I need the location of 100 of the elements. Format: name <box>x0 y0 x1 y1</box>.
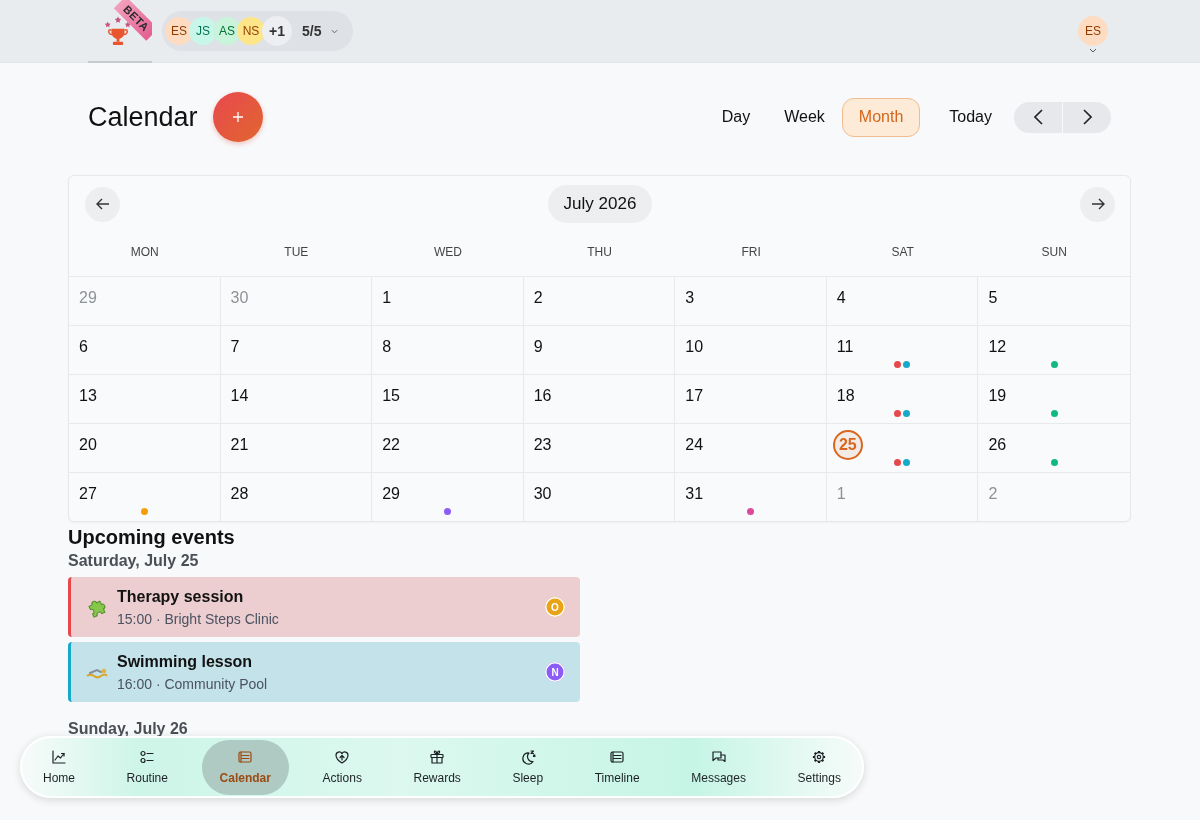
day-number: 22 <box>382 435 400 455</box>
weekday-label: FRI <box>741 244 761 260</box>
nav-tab[interactable]: Settings <box>779 739 859 795</box>
day-number: 28 <box>230 484 249 504</box>
list-icon <box>237 749 254 765</box>
weekday-label: TUE <box>284 244 309 260</box>
day-number: 24 <box>685 435 704 455</box>
members-dropdown[interactable]: ES JS AS NS +1 5/5 <box>162 11 354 51</box>
section-heading: Upcoming events <box>68 525 236 549</box>
day-cell[interactable]: 2 <box>523 277 676 325</box>
day-number: 27 <box>79 484 97 504</box>
member-avatar: AS <box>213 17 241 45</box>
day-cell[interactable]: 26 <box>978 424 1130 472</box>
day-cell[interactable]: 10 <box>675 326 827 374</box>
moon-icon <box>519 749 536 765</box>
day-number: 2 <box>533 288 543 308</box>
next-month-button[interactable] <box>1080 186 1115 222</box>
settings-icon <box>811 749 828 765</box>
day-cell[interactable]: 11 <box>826 326 979 374</box>
nav-tab[interactable]: Actions <box>304 739 380 795</box>
day-cell[interactable]: 23 <box>523 424 676 472</box>
page-title: Calendar <box>88 101 198 133</box>
arrow-left-icon <box>95 198 110 210</box>
day-number: 15 <box>382 386 400 406</box>
previous-month-button[interactable] <box>85 186 120 222</box>
event-card[interactable]: Therapy session 15:00 · Bright Steps Clinic O <box>68 577 580 637</box>
day-cell[interactable]: 3 <box>675 277 827 325</box>
day-cell[interactable]: 14 <box>220 375 373 423</box>
day-cell[interactable]: 5 <box>978 277 1130 325</box>
day-cell[interactable]: 31 <box>675 473 827 521</box>
day-cell[interactable]: 12 <box>978 326 1130 374</box>
day-cell[interactable]: 30 <box>523 473 676 521</box>
day-number: 17 <box>685 386 704 406</box>
heart-icon <box>334 749 351 765</box>
day-cell[interactable]: 20 <box>69 424 221 472</box>
day-cell[interactable]: 29 <box>372 473 524 521</box>
member-avatar: ES <box>165 17 193 45</box>
day-cell[interactable]: 9 <box>523 326 676 374</box>
day-number: 1 <box>836 484 846 504</box>
nav-tab[interactable]: Sleep <box>494 739 562 795</box>
chevron-left-icon <box>1033 109 1043 125</box>
day-cell[interactable]: 7 <box>220 326 373 374</box>
day-cell[interactable]: 21 <box>220 424 373 472</box>
day-number: 1 <box>382 288 392 308</box>
day-cell[interactable]: 16 <box>523 375 676 423</box>
event-details: 16:00 · Community Pool <box>117 674 268 693</box>
day-cell[interactable]: 22 <box>372 424 524 472</box>
list-icon <box>609 749 626 765</box>
day-number: 16 <box>533 386 552 406</box>
member-count: 5/5 <box>302 23 322 39</box>
day-cell[interactable]: 28 <box>220 473 373 521</box>
nav-tab[interactable]: Calendar <box>201 739 289 795</box>
day-cell[interactable]: 24 <box>675 424 827 472</box>
next-button[interactable] <box>1063 101 1111 133</box>
event-card[interactable]: Swimming lesson 16:00 · Community Pool N <box>68 642 580 702</box>
nav-tab[interactable]: Messages <box>673 739 764 795</box>
weekday-label: MON <box>130 244 159 260</box>
day-cell[interactable]: 15 <box>372 375 524 423</box>
weekday-label: SAT <box>891 244 914 260</box>
day-number: 23 <box>533 435 552 455</box>
trend-chart-icon <box>51 749 67 765</box>
day-number: 14 <box>230 386 249 406</box>
member-avatar: NS <box>237 17 265 45</box>
nav-tab[interactable]: Home <box>25 739 93 795</box>
plus-icon <box>231 111 244 123</box>
day-cell[interactable]: 4 <box>826 277 979 325</box>
day-number: 18 <box>836 386 855 406</box>
day-cell[interactable]: 17 <box>675 375 827 423</box>
day-number: 30 <box>533 484 552 504</box>
nav-tab[interactable]: Rewards <box>395 739 479 795</box>
weekday-label: THU <box>587 244 612 260</box>
day-number: 25 <box>832 430 863 460</box>
day-number: 8 <box>382 337 392 357</box>
day-number: 21 <box>230 435 249 455</box>
day-cell[interactable]: 13 <box>69 375 221 423</box>
day-number: 13 <box>79 386 97 406</box>
nav-tab[interactable]: Routine <box>108 739 186 795</box>
day-cell[interactable]: 8 <box>372 326 524 374</box>
day-number: 29 <box>382 484 400 504</box>
view-tab[interactable]: Day <box>704 97 768 137</box>
add-event-button[interactable] <box>212 92 263 142</box>
day-number: 29 <box>79 288 97 308</box>
day-cell[interactable]: 18 <box>826 375 979 423</box>
event-details: 15:00 · Bright Steps Clinic <box>117 609 279 628</box>
day-number: 3 <box>685 288 695 308</box>
user-avatar[interactable]: ES <box>1078 15 1108 46</box>
day-number: 11 <box>836 337 854 357</box>
day-cell[interactable]: 6 <box>69 326 221 374</box>
day-cell[interactable]: 1 <box>372 277 524 325</box>
day-number: 9 <box>533 337 543 357</box>
day-number: 26 <box>988 435 1007 455</box>
view-tab[interactable]: Week <box>767 97 842 137</box>
arrow-right-icon <box>1090 198 1105 210</box>
day-cell[interactable]: 27 <box>69 473 221 521</box>
day-number: 7 <box>230 337 240 357</box>
day-cell[interactable]: 19 <box>978 375 1130 423</box>
today-button[interactable]: Today <box>933 97 1008 137</box>
nav-tab[interactable]: Timeline <box>576 739 658 795</box>
assignee-avatar: O <box>545 597 565 617</box>
previous-button[interactable] <box>1014 101 1062 133</box>
